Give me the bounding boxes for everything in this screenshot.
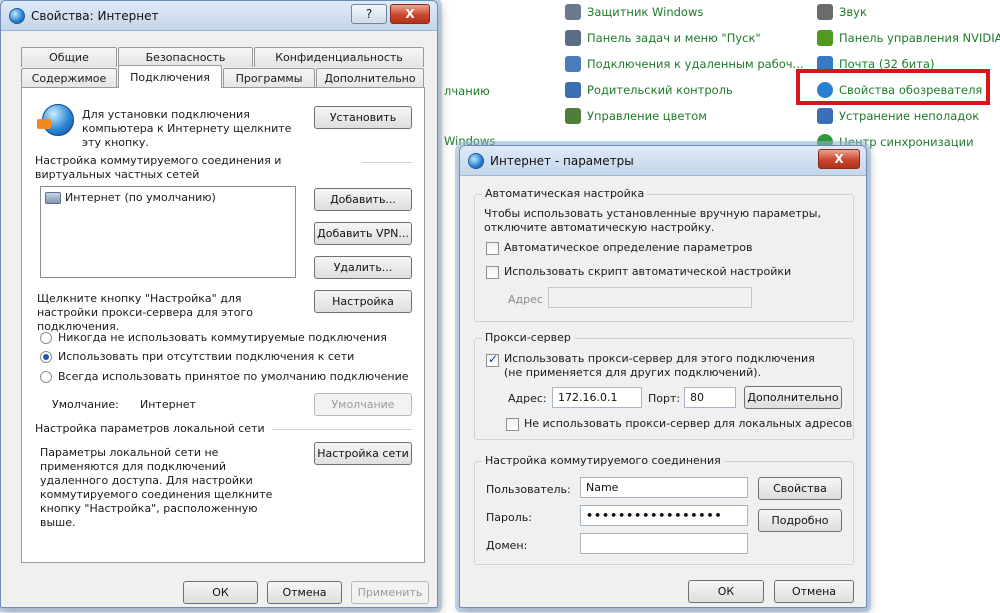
details-button[interactable]: Подробно (758, 509, 842, 532)
dialup-connection-icon (45, 192, 61, 204)
ok-button[interactable]: ОК (688, 580, 764, 603)
cp-item-remote-desktop[interactable]: Подключения к удаленным рабоч... (565, 56, 804, 72)
lan-settings-button[interactable]: Настройка сети (314, 442, 412, 465)
divider (272, 429, 412, 430)
proxy-address-input[interactable]: 172.16.0.1 (552, 387, 642, 408)
cp-item-parental-control[interactable]: Родительский контроль (565, 82, 733, 98)
settings-text: Щелкните кнопку "Настройка" для настройк… (37, 292, 253, 333)
tab-general[interactable]: Общие (21, 47, 117, 67)
nvidia-icon (817, 30, 833, 46)
add-vpn-button[interactable]: Добавить VPN... (314, 222, 412, 245)
auto-config-title: Автоматическая настройка (482, 187, 648, 200)
internet-settings-dialog: Интернет - параметры X Автоматическая на… (459, 145, 867, 608)
settings-button[interactable]: Настройка (314, 290, 412, 313)
proxy-address-label: Адрес: (508, 392, 547, 405)
tab-advanced[interactable]: Дополнительно (316, 68, 424, 88)
help-button[interactable]: ? (351, 4, 387, 24)
port-label: Порт: (648, 392, 681, 405)
close-button[interactable]: X (390, 4, 430, 24)
auto-script-label: Использовать скрипт автоматической настр… (504, 265, 792, 278)
set-default-button[interactable]: Умолчание (314, 393, 412, 416)
cancel-button[interactable]: Отмена (267, 581, 342, 604)
use-proxy-label: Использовать прокси-сервер для этого под… (504, 352, 815, 379)
radio-always-dial[interactable] (40, 371, 52, 383)
remove-button[interactable]: Удалить... (314, 256, 412, 279)
speaker-icon (817, 4, 833, 20)
auto-detect-checkbox[interactable] (486, 242, 499, 255)
dialog-title: Свойства: Интернет (31, 8, 159, 23)
connections-panel: Для установки подключения компьютера к И… (21, 87, 425, 563)
cp-item-nvidia[interactable]: Панель управления NVIDIA (817, 30, 1000, 46)
default-label: Умолчание: (52, 398, 119, 411)
cp-item-windows-defender[interactable]: Защитник Windows (565, 4, 703, 20)
list-item[interactable]: Интернет (по умолчанию) (45, 191, 216, 205)
properties-button[interactable]: Свойства (758, 477, 842, 500)
troubleshoot-icon (817, 108, 833, 124)
radio-never-label: Никогда не использовать коммутируемые по… (58, 331, 387, 344)
dialog-title: Интернет - параметры (490, 153, 634, 168)
setup-button[interactable]: Установить (314, 106, 412, 129)
default-value: Интернет (140, 398, 196, 411)
radio-dial-when-no-net[interactable] (40, 351, 52, 363)
cp-item-color-management[interactable]: Управление цветом (565, 108, 707, 124)
divider (362, 162, 412, 163)
ok-button[interactable]: ОК (183, 581, 258, 604)
password-input[interactable]: ••••••••••••••••• (580, 505, 748, 526)
user-input[interactable]: Name (580, 477, 748, 498)
script-address-input[interactable] (548, 287, 752, 308)
use-proxy-checkbox[interactable] (486, 352, 499, 367)
dialup-title: Настройка коммутируемого соединения (482, 454, 724, 467)
lan-text: Параметры локальной сети не применяются … (40, 446, 273, 529)
internet-globe-icon (468, 152, 484, 169)
close-button[interactable]: X (818, 149, 860, 169)
bypass-local-checkbox[interactable] (506, 418, 519, 431)
advanced-button[interactable]: Дополнительно (744, 386, 842, 409)
cp-item-sound[interactable]: Звук (817, 4, 867, 20)
cp-item-taskbar[interactable]: Панель задач и меню "Пуск" (565, 30, 761, 46)
tab-privacy[interactable]: Конфиденциальность (254, 47, 424, 67)
shield-icon (565, 4, 581, 20)
lan-header: Настройка параметров локальной сети (35, 422, 265, 435)
radio-always-label: Всегда использовать принятое по умолчани… (58, 370, 409, 383)
connections-list[interactable]: Интернет (по умолчанию) (40, 186, 296, 278)
setup-text: Для установки подключения компьютера к И… (82, 108, 292, 149)
user-label: Пользователь: (486, 483, 571, 496)
apply-button[interactable]: Применить (351, 581, 429, 604)
tab-programs[interactable]: Программы (223, 68, 315, 88)
script-address-label: Адрес (508, 293, 543, 306)
tab-connections[interactable]: Подключения (118, 65, 222, 88)
titlebar: Интернет - параметры X (460, 146, 866, 176)
auto-script-checkbox[interactable] (486, 266, 499, 279)
internet-globe-icon (9, 7, 25, 24)
internet-properties-dialog: Свойства: Интернет ? X Общие Безопасност… (0, 0, 438, 608)
proxy-title: Прокси-сервер (482, 331, 574, 344)
color-management-icon (565, 108, 581, 124)
cp-partial-text: лчанию (444, 84, 490, 98)
parental-control-icon (565, 82, 581, 98)
taskbar-icon (565, 30, 581, 46)
tab-security[interactable]: Безопасность (118, 47, 253, 67)
bypass-local-label: Не использовать прокси-сервер для локаль… (524, 417, 853, 430)
radio-never-dial[interactable] (40, 332, 52, 344)
port-input[interactable]: 80 (684, 387, 736, 408)
internet-setup-icon (37, 104, 74, 136)
auto-config-text: Чтобы использовать установленные вручную… (484, 207, 821, 234)
password-label: Пароль: (486, 511, 532, 524)
auto-detect-label: Автоматическое определение параметров (504, 241, 753, 254)
radio-dial-when-no-net-label: Использовать при отсутствии подключения … (58, 350, 355, 363)
cp-item-troubleshooting[interactable]: Устранение неполадок (817, 108, 979, 124)
titlebar: Свойства: Интернет ? X (1, 1, 437, 31)
dialup-header: Настройка коммутируемого соединения и ви… (35, 154, 282, 181)
cancel-button[interactable]: Отмена (774, 580, 854, 603)
tab-content[interactable]: Содержимое (21, 68, 117, 88)
domain-label: Домен: (486, 539, 528, 552)
domain-input[interactable] (580, 533, 748, 554)
remote-desktop-icon (565, 56, 581, 72)
highlight-frame (796, 69, 990, 105)
add-button[interactable]: Добавить... (314, 188, 412, 211)
